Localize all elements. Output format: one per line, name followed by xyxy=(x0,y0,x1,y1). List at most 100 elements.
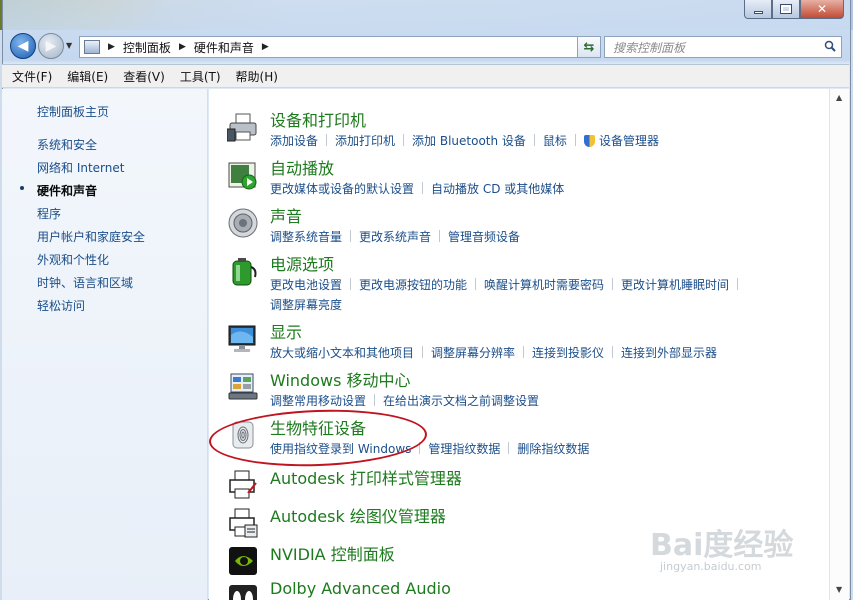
breadcrumb-arrow-icon[interactable]: ▶ xyxy=(108,42,115,52)
address-bar[interactable]: ▶ 控制面板 ▶ 硬件和声音 ▶ ▼ xyxy=(79,36,599,58)
link-add-printer[interactable]: 添加打印机 xyxy=(335,134,395,148)
link-separator xyxy=(737,278,739,290)
nvidia-icon[interactable] xyxy=(227,545,259,577)
link-separator xyxy=(574,134,576,146)
menu-help[interactable]: 帮助(H) xyxy=(236,68,278,85)
menu-file[interactable]: 文件(F) xyxy=(12,68,52,85)
category-title[interactable]: 显示 xyxy=(270,319,302,343)
mobility-center-icon[interactable] xyxy=(227,371,259,403)
link-mouse[interactable]: 鼠标 xyxy=(543,134,567,148)
sidebar-item-user-accounts[interactable]: 用户帐户和家庭安全 xyxy=(37,228,145,245)
breadcrumb-hardware-sound[interactable]: 硬件和声音 xyxy=(194,39,254,56)
maximize-icon xyxy=(780,4,792,14)
sidebar-item-network[interactable]: 网络和 Internet xyxy=(37,159,124,176)
dolby-icon[interactable] xyxy=(227,583,259,600)
autodesk-print-style-icon[interactable] xyxy=(227,469,259,501)
link-change-sleep-time[interactable]: 更改计算机睡眠时间 xyxy=(621,278,729,292)
sidebar-item-hardware-sound: 硬件和声音 xyxy=(37,184,98,198)
scroll-down-arrow-icon[interactable]: ▼ xyxy=(836,585,842,594)
battery-icon[interactable] xyxy=(227,255,259,287)
category-title[interactable]: Autodesk 打印样式管理器 xyxy=(270,465,462,489)
link-adjust-brightness[interactable]: 调整屏幕亮度 xyxy=(270,298,342,312)
autoplay-icon[interactable] xyxy=(227,159,259,191)
forward-arrow-icon: ▶ xyxy=(45,38,57,54)
search-placeholder: 搜索控制面板 xyxy=(613,40,686,55)
link-zoom-text[interactable]: 放大或缩小文本和其他项目 xyxy=(270,346,414,360)
recent-pages-dropdown[interactable]: ▼ xyxy=(66,41,72,50)
fingerprint-icon[interactable] xyxy=(227,419,259,451)
link-require-password-on-wake[interactable]: 唤醒计算机时需要密码 xyxy=(484,278,604,292)
monitor-icon[interactable] xyxy=(227,323,259,355)
sidebar-item-clock-region[interactable]: 时钟、语言和区域 xyxy=(37,274,133,291)
vertical-scrollbar[interactable]: ▲ ▼ xyxy=(829,89,849,600)
sidebar-item-system-security[interactable]: 系统和安全 xyxy=(37,136,97,153)
category-links: 调整系统音量 更改系统声音 管理音频设备 xyxy=(270,227,810,247)
category-title[interactable]: 电源选项 xyxy=(270,251,334,275)
category-title[interactable]: 设备和打印机 xyxy=(270,107,366,131)
link-adjust-resolution[interactable]: 调整屏幕分辨率 xyxy=(431,346,515,360)
category-links: 更改媒体或设备的默认设置 自动播放 CD 或其他媒体 xyxy=(270,179,810,199)
maximize-button[interactable] xyxy=(772,0,800,19)
link-adjust-volume[interactable]: 调整系统音量 xyxy=(270,230,342,244)
link-separator xyxy=(439,230,441,242)
menu-tools[interactable]: 工具(T) xyxy=(180,68,221,85)
link-separator xyxy=(422,346,424,358)
back-arrow-icon: ◀ xyxy=(17,38,29,54)
minimize-button[interactable] xyxy=(744,0,772,19)
link-autoplay-cd[interactable]: 自动播放 CD 或其他媒体 xyxy=(431,182,564,196)
link-manage-audio-devices[interactable]: 管理音频设备 xyxy=(448,230,520,244)
scroll-up-arrow-icon[interactable]: ▲ xyxy=(836,93,842,102)
link-connect-projector[interactable]: 连接到投影仪 xyxy=(532,346,604,360)
breadcrumb-control-panel[interactable]: 控制面板 xyxy=(123,39,171,56)
sidebar-item-ease-of-access[interactable]: 轻松访问 xyxy=(37,297,85,314)
category-title[interactable]: 生物特征设备 xyxy=(270,415,366,439)
back-button[interactable]: ◀ xyxy=(10,33,36,59)
link-device-manager[interactable]: 设备管理器 xyxy=(583,134,659,148)
category-title[interactable]: Autodesk 绘图仪管理器 xyxy=(270,503,446,527)
sidebar-item-home[interactable]: 控制面板主页 xyxy=(37,103,109,120)
close-icon: ✕ xyxy=(816,2,828,16)
category-title[interactable]: 声音 xyxy=(270,203,302,227)
link-presentation-settings[interactable]: 在给出演示文档之前调整设置 xyxy=(383,394,539,408)
category-links: 使用指纹登录到 Windows 管理指纹数据 删除指纹数据 xyxy=(270,439,810,459)
search-icon[interactable] xyxy=(824,40,836,52)
link-separator xyxy=(350,230,352,242)
category-title[interactable]: Dolby Advanced Audio xyxy=(270,579,451,598)
sidebar-item-appearance[interactable]: 外观和个性化 xyxy=(37,251,109,268)
menu-edit[interactable]: 编辑(E) xyxy=(67,68,108,85)
category-title[interactable]: 自动播放 xyxy=(270,155,334,179)
printer-icon[interactable] xyxy=(227,111,259,143)
link-change-default-settings[interactable]: 更改媒体或设备的默认设置 xyxy=(270,182,414,196)
link-adjust-mobility-settings[interactable]: 调整常用移动设置 xyxy=(270,394,366,408)
link-add-bluetooth-device[interactable]: 添加 Bluetooth 设备 xyxy=(412,134,526,148)
sidebar-item-programs[interactable]: 程序 xyxy=(37,205,61,222)
link-change-sounds[interactable]: 更改系统声音 xyxy=(359,230,431,244)
current-item-bullet xyxy=(20,186,24,190)
forward-button[interactable]: ▶ xyxy=(38,33,64,59)
link-change-battery-settings[interactable]: 更改电池设置 xyxy=(270,278,342,292)
link-power-button-function[interactable]: 更改电源按钮的功能 xyxy=(359,278,467,292)
category-links: 更改电池设置 更改电源按钮的功能 唤醒计算机时需要密码 更改计算机睡眠时间调整屏幕亮度 xyxy=(270,275,810,315)
link-manage-fingerprint-data[interactable]: 管理指纹数据 xyxy=(428,442,500,456)
breadcrumb-arrow-icon[interactable]: ▶ xyxy=(179,42,186,52)
link-delete-fingerprint-data[interactable]: 删除指纹数据 xyxy=(517,442,589,456)
refresh-icon: ⇆ xyxy=(583,39,595,55)
link-fingerprint-login[interactable]: 使用指纹登录到 Windows xyxy=(270,442,411,456)
link-separator xyxy=(403,134,405,146)
breadcrumb-arrow-icon[interactable]: ▶ xyxy=(262,42,269,52)
device-manager-label: 设备管理器 xyxy=(598,134,659,148)
menu-bar: 文件(F) 编辑(E) 查看(V) 工具(T) 帮助(H) xyxy=(2,64,849,88)
autodesk-plotter-icon[interactable] xyxy=(227,507,259,539)
link-connect-external-display[interactable]: 连接到外部显示器 xyxy=(621,346,717,360)
speaker-icon[interactable] xyxy=(227,207,259,239)
category-title[interactable]: NVIDIA 控制面板 xyxy=(270,541,395,565)
link-separator xyxy=(612,346,614,358)
search-input[interactable]: 搜索控制面板 xyxy=(604,36,842,58)
link-add-device[interactable]: 添加设备 xyxy=(270,134,318,148)
minimize-icon xyxy=(753,10,763,14)
close-button[interactable]: ✕ xyxy=(800,0,844,19)
refresh-button[interactable]: ⇆ xyxy=(577,36,601,58)
link-separator xyxy=(326,134,328,146)
category-title[interactable]: Windows 移动中心 xyxy=(270,367,411,391)
menu-view[interactable]: 查看(V) xyxy=(123,68,165,85)
